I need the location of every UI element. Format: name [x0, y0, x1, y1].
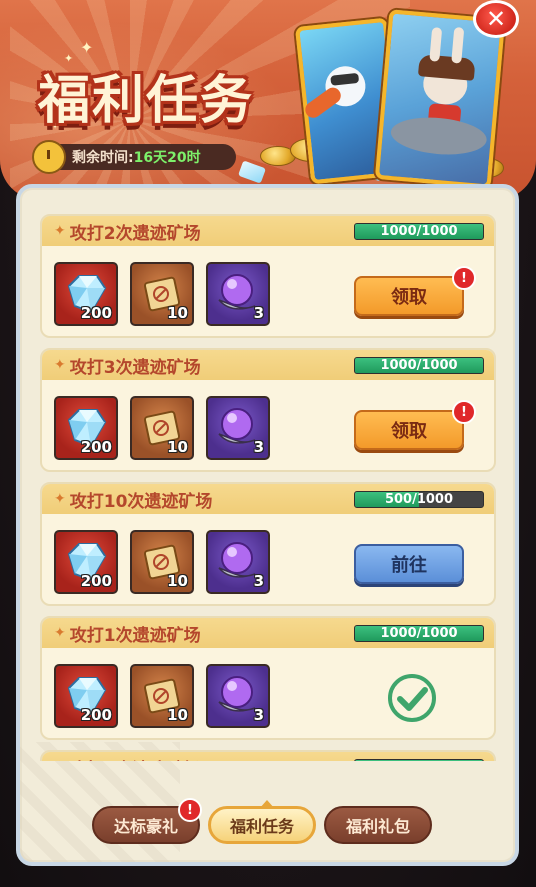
reward-quantity: 200 — [80, 706, 112, 724]
tab-milestone-gifts[interactable]: 达标豪礼! — [92, 798, 202, 844]
reward-quantity: 10 — [167, 572, 188, 590]
reward-quantity: 10 — [167, 438, 188, 456]
timer-label: 剩余时间: — [72, 150, 134, 166]
close-icon: ✕ — [485, 5, 507, 33]
reward-item[interactable]: 200 — [54, 396, 118, 460]
reward-item[interactable]: 3 — [206, 396, 270, 460]
claim-button[interactable]: 领取! — [354, 266, 476, 316]
tab-welfare-packs[interactable]: 福利礼包 — [324, 806, 432, 844]
reward-item[interactable]: 3 — [206, 262, 270, 326]
reward-item[interactable]: 200 — [54, 664, 118, 728]
task-title: 攻打1次遗迹矿场 — [70, 755, 201, 762]
tab-label: 福利礼包 — [345, 817, 410, 836]
sparkle-icon: ✦ — [80, 38, 94, 57]
reward-item[interactable]: 10 — [130, 262, 194, 326]
reward-item[interactable]: 200 — [54, 262, 118, 326]
progress-text: 1000/1000 — [355, 760, 483, 761]
reward-quantity: 10 — [167, 706, 188, 724]
task-card: ✦ 攻打3次遗迹矿场 1000/1000 200 10 3 领取! — [40, 348, 496, 472]
reward-quantity: 200 — [80, 304, 112, 322]
task-title: 攻打3次遗迹矿场 — [69, 357, 201, 378]
task-progress-bar: 500/1000 — [354, 491, 484, 508]
star-bullet-icon: ✦ — [54, 491, 66, 507]
tab-label: 达标豪礼 — [113, 817, 178, 836]
close-button[interactable]: ✕ — [473, 0, 519, 38]
progress-text: 1000/1000 — [380, 626, 458, 641]
checkmark-icon — [386, 672, 438, 724]
button-label: 领取 — [391, 421, 427, 442]
task-progress-bar: 1000/1000 — [354, 357, 484, 374]
timer-value: 16天20时 — [133, 150, 201, 166]
task-progress-bar: 1000/1000 — [354, 759, 484, 761]
task-title: 攻打10次遗迹矿场 — [69, 491, 213, 512]
page-title: 福利任务 — [38, 70, 255, 131]
task-card: ✦ 攻打1次遗迹矿场 1000/1000 200 10 3 — [40, 616, 496, 740]
goto-button[interactable]: 前往 — [354, 544, 464, 584]
reward-item[interactable]: 10 — [130, 396, 194, 460]
task-title: 攻打2次遗迹矿场 — [69, 223, 201, 244]
reward-quantity: 10 — [167, 304, 188, 322]
reward-list: 200 10 3 — [54, 262, 270, 326]
task-list[interactable]: ✦ 攻打2次遗迹矿场 1000/1000 200 10 3 领取! ✦ 攻打3次遗迹矿场 1000… — [40, 214, 496, 761]
star-bullet-icon: ✦ — [54, 759, 66, 761]
alert-badge-icon: ! — [452, 400, 476, 424]
task-panel: ✦ 攻打2次遗迹矿场 1000/1000 200 10 3 领取! ✦ 攻打3次遗迹矿场 1000… — [16, 184, 519, 866]
star-bullet-icon: ✦ — [54, 223, 66, 239]
reward-item[interactable]: 3 — [206, 530, 270, 594]
task-progress-bar: 1000/1000 — [354, 625, 484, 642]
progress-text: 1000/1000 — [380, 358, 458, 373]
task-header: ✦ 攻打1次遗迹矿场 1000/1000 — [42, 752, 494, 761]
task-header: ✦ 攻打3次遗迹矿场 1000/1000 — [42, 350, 494, 380]
reward-quantity: 3 — [253, 706, 264, 724]
reward-quantity: 200 — [80, 572, 112, 590]
bottom-tab-bar: 达标豪礼! 福利任务 福利礼包 — [92, 798, 432, 844]
task-progress-bar: 1000/1000 — [354, 223, 484, 240]
reward-item[interactable]: 10 — [130, 530, 194, 594]
progress-text: 500/1000 — [384, 492, 454, 507]
star-bullet-icon: ✦ — [54, 357, 66, 373]
alert-badge-icon: ! — [178, 798, 202, 822]
event-banner: ✦ ✦ ✦ 福利任务 剩余时间: 16天20时 — [0, 0, 536, 200]
star-bullet-icon: ✦ — [54, 625, 66, 641]
task-header: ✦ 攻打2次遗迹矿场 1000/1000 — [42, 216, 494, 246]
task-card: ✦ 攻打10次遗迹矿场 500/1000 200 10 3 前往 — [40, 482, 496, 606]
button-label: 前往 — [391, 555, 427, 576]
stopwatch-icon — [32, 140, 66, 174]
task-header: ✦ 攻打10次遗迹矿场 500/1000 — [42, 484, 494, 514]
button-label: 领取 — [391, 287, 427, 308]
reward-list: 200 10 3 — [54, 396, 270, 460]
reward-quantity: 3 — [253, 438, 264, 456]
reward-list: 200 10 3 — [54, 530, 270, 594]
tab-label: 福利任务 — [229, 817, 294, 836]
reward-item[interactable]: 10 — [130, 664, 194, 728]
reward-item[interactable]: 200 — [54, 530, 118, 594]
reward-quantity: 200 — [80, 438, 112, 456]
alert-badge-icon: ! — [452, 266, 476, 290]
reward-list: 200 10 3 — [54, 664, 270, 728]
reward-item[interactable]: 3 — [206, 664, 270, 728]
task-header: ✦攻打1次遗迹矿场 1000/1000 — [42, 618, 494, 648]
reward-quantity: 3 — [253, 304, 264, 322]
countdown-timer: 剩余时间: 16天20时 — [32, 140, 236, 174]
task-card: ✦ 攻打2次遗迹矿场 1000/1000 200 10 3 领取! — [40, 214, 496, 338]
tab-welfare-tasks[interactable]: 福利任务 — [208, 800, 316, 844]
claim-button[interactable]: 领取! — [354, 400, 476, 450]
task-title: 攻打1次遗迹矿场 — [69, 625, 201, 646]
task-card: ✦ 攻打1次遗迹矿场 1000/1000 — [40, 750, 496, 761]
reward-quantity: 3 — [253, 572, 264, 590]
progress-text: 1000/1000 — [380, 224, 458, 239]
